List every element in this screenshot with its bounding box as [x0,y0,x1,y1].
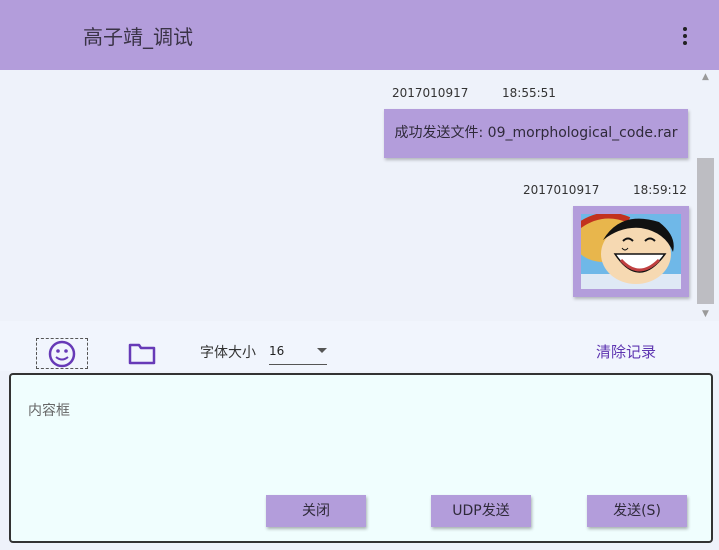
file-message-bubble[interactable]: 成功发送文件: 09_morphological_code.rar [384,109,688,158]
font-size-label: 字体大小 [200,345,256,361]
window-title: 高子靖_调试 [83,25,193,49]
image-message-bubble[interactable] [573,206,689,297]
font-size-value: 16 [269,344,285,358]
chevron-down-icon [317,348,327,353]
send-file-button[interactable] [128,341,156,365]
message-time: 18:55:51 [502,86,556,100]
message-input[interactable]: 内容框 关闭 UDP发送 发送(S) [9,373,713,543]
scrollbar-thumb[interactable] [697,158,714,304]
font-size-select[interactable]: 16 [269,338,327,365]
scroll-up-arrow-icon[interactable]: ▲ [702,72,709,82]
message-time: 18:59:12 [633,183,687,197]
folder-icon [128,343,156,365]
chat-scrollbar[interactable]: ▲ ▼ [697,70,719,321]
udp-send-button[interactable]: UDP发送 [431,495,531,527]
scroll-down-arrow-icon[interactable]: ▼ [702,309,709,319]
luffy-laughing-picture [581,214,681,289]
smiley-icon [48,340,76,368]
emoji-button[interactable] [36,338,88,369]
app-header: 高子靖_调试 [0,0,719,70]
close-button[interactable]: 关闭 [266,495,366,527]
message-date: 2017010917 [523,183,600,197]
message-date: 2017010917 [392,86,469,100]
clear-history-button[interactable]: 清除记录 [596,341,656,362]
more-vert-icon[interactable] [671,24,699,48]
input-toolbar: 字体大小 16 清除记录 [0,321,719,371]
input-placeholder: 内容框 [28,403,70,419]
chat-area: 2017010917 18:55:51 成功发送文件: 09_morpholog… [0,70,719,321]
send-button[interactable]: 发送(S) [587,495,687,527]
